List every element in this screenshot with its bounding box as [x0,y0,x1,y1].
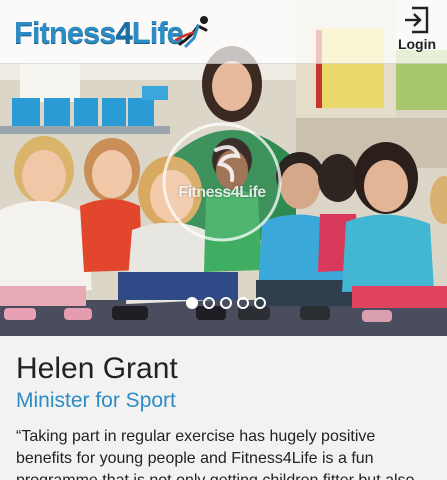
testimonial-name: Helen Grant [16,352,178,385]
watermark-logo: Fitness4Life [160,120,284,244]
testimonial-quote: “Taking part in regular exercise has hug… [16,428,414,480]
watermark-text: Fitness4Life [178,184,266,201]
slider-dot-2[interactable] [203,297,215,309]
page: Fitness4Life Fitness4Life Login Helen Gr… [0,0,447,480]
slider-dot-3[interactable] [220,297,232,309]
watermark-ring-icon [162,122,282,242]
running-figure-icon [174,16,208,48]
testimonial-title: Minister for Sport [16,389,176,412]
slider-dot-5[interactable] [254,297,266,309]
testimonial-section: Helen Grant Minister for Sport “Taking p… [0,336,447,480]
site-logo[interactable]: Fitness4Life [14,12,208,52]
slider-dot-4[interactable] [237,297,249,309]
header-bar: Fitness4Life Login [0,0,447,64]
login-icon [405,6,429,34]
login-button[interactable]: Login [397,6,437,58]
slider-dots [186,297,266,309]
slider-dot-1[interactable] [186,297,198,309]
logo-text: Fitness4Life [14,14,184,50]
login-label: Login [397,36,437,52]
